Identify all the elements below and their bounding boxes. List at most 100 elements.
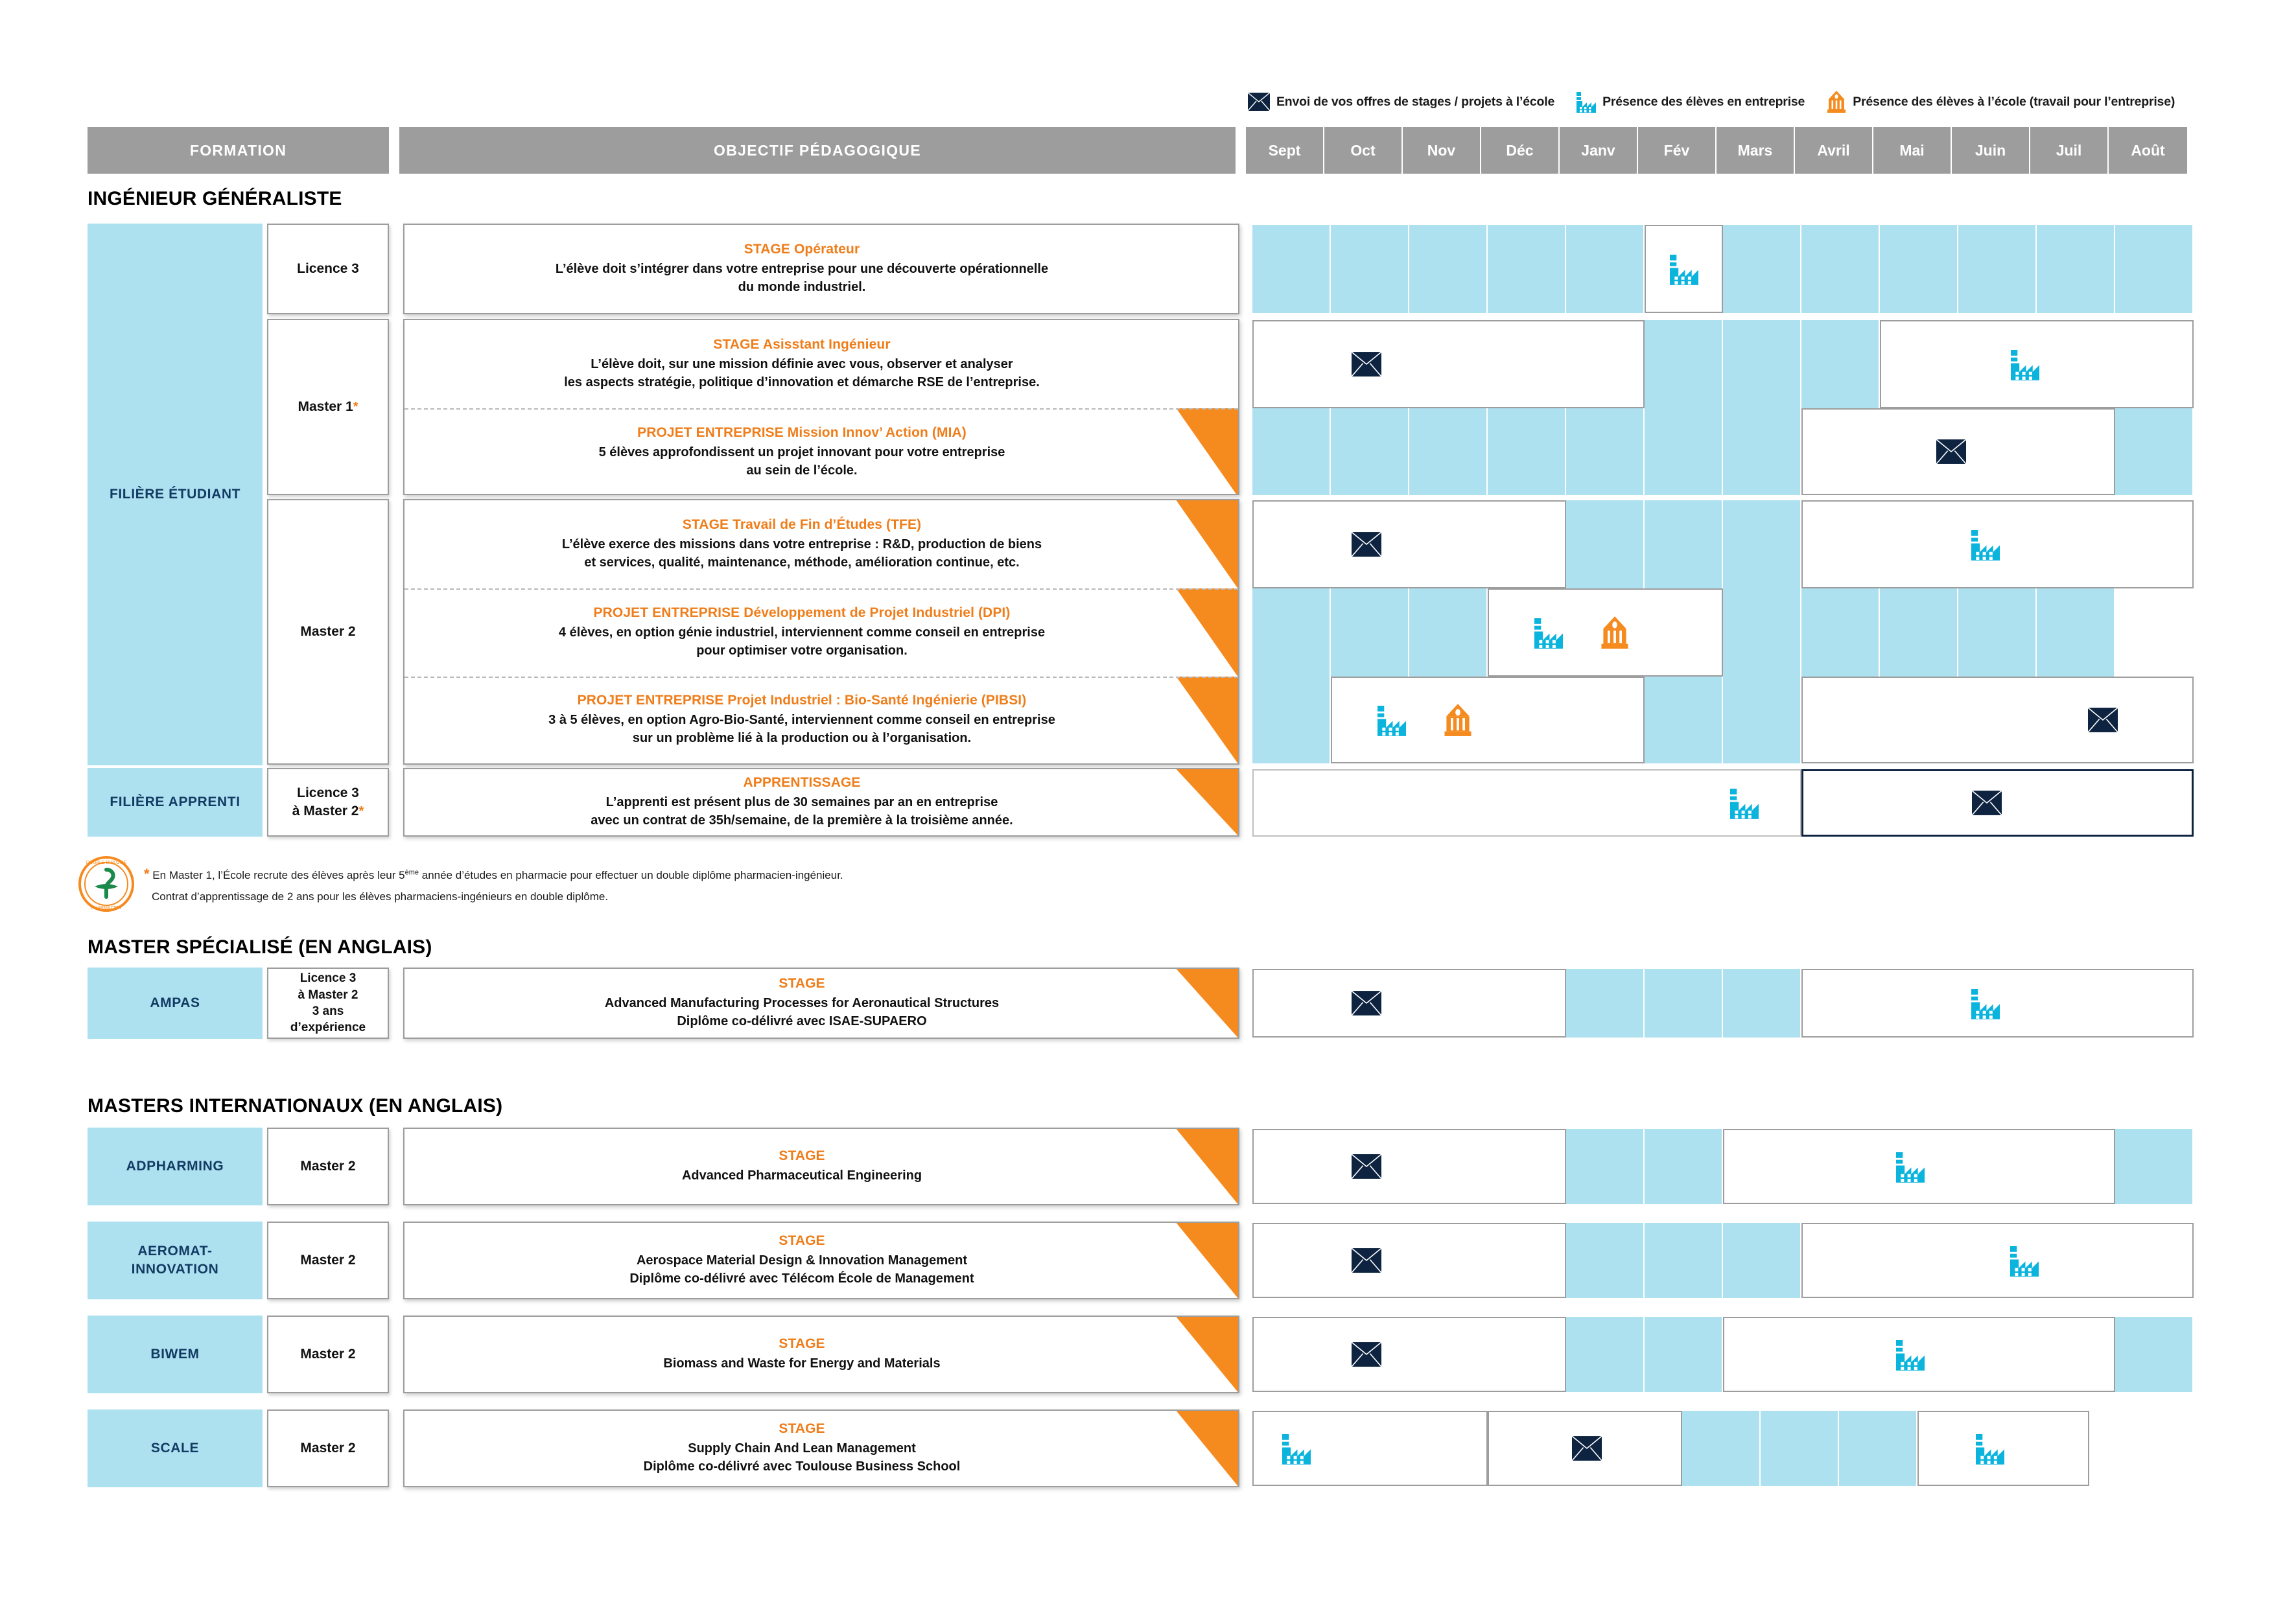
timeline-pibsi	[1252, 677, 2194, 763]
obj-aeromat-body: Aerospace Material Design & Innovation M…	[629, 1251, 974, 1288]
obj-stage-assistant-title: STAGE Asisstant Ingénieur	[713, 337, 891, 352]
obj-pibsi-l2: sur un problème lié à la production ou à…	[632, 731, 972, 745]
header-month-avril: Avril	[1795, 127, 1873, 174]
tl-cell-mars	[1723, 225, 1801, 313]
tl-cell-mai	[1839, 1411, 1917, 1486]
obj-stage-operateur-title: STAGE Opérateur	[744, 242, 860, 257]
factory-icon	[1577, 91, 1597, 113]
tl-cell-sept	[1252, 408, 1331, 495]
table-header: FORMATION OBJECTIF PÉDAGOGIQUE Sept Oct …	[88, 127, 2187, 174]
tl-cell-fev	[1645, 1317, 1723, 1392]
timeline-ampas	[1252, 969, 2194, 1038]
tl-cell-nov	[1409, 588, 1488, 677]
tl-cell-janv	[1566, 225, 1645, 313]
tl-cell-oct	[1331, 408, 1409, 495]
factory-icon	[1534, 616, 1563, 649]
tl-cell-fev	[1645, 1129, 1723, 1204]
factory-icon	[1896, 1150, 1925, 1183]
footnote-line2: Contrat d’apprentissage de 2 ans pour le…	[152, 890, 609, 903]
tl-run-sept-dec	[1252, 969, 1566, 1038]
orange-corner	[1177, 769, 1238, 835]
tl-run-avril-juil	[1801, 408, 2115, 495]
obj-master2-group: STAGE Travail de Fin d’Études (TFE) L’él…	[403, 499, 1239, 765]
tl-cell-fev	[1645, 1223, 1723, 1298]
niveau-aeromat: Master 2	[267, 1222, 389, 1299]
tl-run-dec-mars	[1488, 588, 1723, 677]
obj-biwem: STAGE Biomass and Waste for Energy and M…	[403, 1316, 1239, 1393]
obj-tfe-l2: et services, qualité, maintenance, métho…	[584, 555, 1020, 570]
factory-icon	[1896, 1338, 1925, 1371]
header-month-sept: Sept	[1246, 127, 1324, 174]
orange-corner	[1177, 1411, 1238, 1486]
niveau-licence3-text: Licence 3	[297, 261, 359, 277]
obj-ampas-title: STAGE	[779, 976, 825, 991]
tl-cell-aout	[2115, 408, 2194, 495]
niveau-master1-star: *	[353, 400, 358, 415]
tl-run-mai-aout	[1880, 320, 2194, 408]
tl-run-sept-dec	[1252, 1223, 1566, 1298]
obj-dpi-inner: PROJET ENTREPRISE Développement de Proje…	[552, 605, 1090, 660]
tl-cell-aout	[2115, 225, 2194, 313]
tl-cell-nov	[1409, 408, 1488, 495]
timeline-stage-operateur	[1252, 225, 2194, 313]
obj-tfe: STAGE Travail de Fin d’Études (TFE) L’él…	[404, 500, 1238, 588]
tl-run-dec-fev	[1488, 1411, 1682, 1486]
tl-run-sept-nov	[1252, 1411, 1488, 1486]
tl-cell-janv	[1566, 500, 1645, 588]
tl-cell-avril	[1801, 225, 1880, 313]
tl-run-sept-dec	[1252, 1129, 1566, 1204]
school-icon	[1827, 91, 1846, 113]
obj-dpi-body: 4 élèves, en option génie industriel, in…	[559, 623, 1045, 660]
tl-run-avril-aout	[1801, 677, 2194, 763]
tl-cell-mars	[1723, 1223, 1801, 1298]
niveau-l3-m2-line1: Licence 3	[297, 785, 359, 800]
obj-ampas: STAGE Advanced Manufacturing Processes f…	[403, 968, 1239, 1039]
obj-dpi-title: PROJET ENTREPRISE Développement de Proje…	[593, 605, 1011, 620]
header-month-juil: Juil	[2030, 127, 2109, 174]
timeline-adpharming	[1252, 1129, 2194, 1204]
legend-item-envelope: Envoi de vos offres de stages / projets …	[1248, 93, 1554, 111]
envelope-icon	[1352, 1342, 1381, 1367]
niveau-l3-m2-star: *	[358, 804, 364, 818]
tl-cell-oct	[1331, 225, 1409, 313]
program-adpharming-name: ADPHARMING	[88, 1128, 263, 1205]
niveau-master1-label: Master 1	[298, 399, 353, 415]
obj-apprentissage-title: APPRENTISSAGE	[743, 775, 861, 790]
tl-run-oct-janv	[1331, 677, 1645, 763]
obj-biwem-title: STAGE	[779, 1336, 825, 1351]
program-aeromat-l2: INNOVATION	[131, 1262, 219, 1277]
filiere-etudiant-text: FILIÈRE ÉTUDIANT	[109, 487, 241, 502]
niveau-ampas-text: Licence 3 à Master 2 3 ans d’expérience	[290, 970, 366, 1036]
obj-apprentissage-l1: L’apprenti est présent plus de 30 semain…	[605, 795, 998, 809]
timeline-scale	[1252, 1411, 2089, 1486]
niveau-l3-m2: Licence 3 à Master 2*	[267, 768, 389, 837]
header-month-dec: Déc	[1481, 127, 1560, 174]
envelope-icon	[1972, 791, 2002, 815]
obj-stage-assistant-l2: les aspects stratégie, politique d’innov…	[564, 375, 1040, 389]
timeline-mia	[1252, 408, 2194, 495]
program-biwem-name: BIWEM	[88, 1316, 263, 1393]
obj-ampas-inner: STAGE Advanced Manufacturing Processes f…	[598, 976, 1044, 1030]
tl-cell-avril	[1801, 320, 1880, 408]
factory-icon	[1976, 1432, 2004, 1465]
footnote-line1-a: En Master 1, l’École recrute des élèves …	[152, 869, 405, 881]
envelope-icon	[1572, 1436, 1602, 1461]
envelope-icon	[1352, 1248, 1381, 1273]
obj-stage-operateur-l1: L’élève doit s’intégrer dans votre entre…	[555, 262, 1049, 276]
factory-icon	[2011, 348, 2039, 380]
obj-adpharming-title: STAGE	[779, 1148, 825, 1163]
obj-aeromat-inner: STAGE Aerospace Material Design & Innova…	[623, 1233, 1019, 1288]
divider-master1	[404, 408, 1238, 410]
tl-cell-juil	[1958, 588, 2037, 677]
obj-stage-operateur-body: L’élève doit s’intégrer dans votre entre…	[556, 260, 1048, 296]
envelope-icon	[1936, 439, 1966, 464]
header-months: Sept Oct Nov Déc Janv Fév Mars Avril Mai…	[1246, 127, 2187, 174]
niveau-adpharming: Master 2	[267, 1128, 389, 1205]
tl-cell-dec	[1488, 408, 1566, 495]
envelope-icon	[1352, 532, 1381, 557]
factory-icon	[2010, 1244, 2039, 1277]
svg-text:PHARMACIEN: PHARMACIEN	[91, 906, 122, 911]
obj-mia-inner: PROJET ENTREPRISE Mission Innov’ Action …	[592, 425, 1051, 480]
obj-ampas-l1: Advanced Manufacturing Processes for Aer…	[604, 996, 1000, 1010]
tl-cell-aout	[2115, 1317, 2194, 1392]
